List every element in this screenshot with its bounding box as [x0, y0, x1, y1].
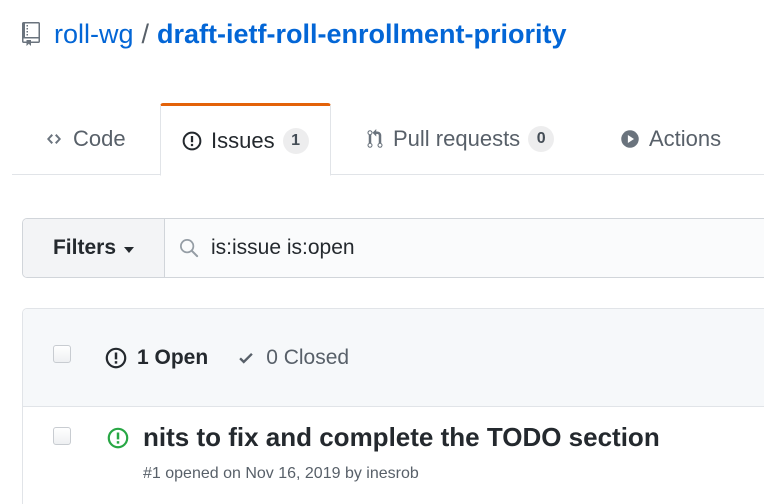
open-issues-link[interactable]: 1 Open	[105, 346, 208, 370]
tab-actions-label: Actions	[649, 126, 722, 151]
filters-button-label: Filters	[52, 236, 117, 259]
tab-issues-label: Issues	[211, 127, 275, 153]
repo-icon	[22, 22, 40, 46]
select-all-checkbox[interactable]	[53, 345, 71, 363]
issues-search-input[interactable]	[211, 236, 711, 260]
filter-bar: Filters	[22, 218, 764, 278]
tab-code[interactable]: Code	[44, 103, 126, 175]
check-icon	[239, 352, 253, 364]
issue-opened-icon	[105, 347, 127, 369]
tab-code-label: Code	[73, 126, 126, 151]
search-icon	[180, 239, 199, 258]
repo-nav-tabs: Code Issues 1 Pull requests 0 Actions	[12, 103, 764, 176]
repo-separator: /	[141, 18, 150, 49]
issue-row: nits to fix and complete the TODO sectio…	[23, 407, 764, 504]
issues-count-badge: 1	[282, 127, 309, 154]
pull-requests-count-badge: 0	[528, 126, 555, 152]
filters-dropdown-button[interactable]: Filters	[23, 219, 165, 277]
git-pull-request-icon	[366, 129, 384, 149]
caret-down-icon	[124, 246, 135, 253]
issue-opened-icon	[107, 427, 129, 449]
repo-header: roll-wg / draft-ietf-roll-enrollment-pri…	[22, 16, 567, 52]
tab-pull-requests[interactable]: Pull requests 0	[366, 103, 555, 175]
issue-meta: #1 opened on Nov 16, 2019 by inesrob	[143, 465, 419, 482]
tab-pull-requests-label: Pull requests	[393, 126, 521, 151]
tab-actions[interactable]: Actions	[620, 103, 721, 175]
issues-list: 1 Open 0 Closed nits to fix and complete…	[22, 308, 764, 504]
closed-issues-label: 0 Closed	[266, 346, 350, 369]
play-icon	[620, 129, 640, 149]
issue-checkbox[interactable]	[53, 427, 71, 445]
issue-opened-icon	[182, 131, 202, 151]
repo-name-link[interactable]: draft-ietf-roll-enrollment-priority	[157, 19, 567, 50]
issues-search	[165, 219, 764, 277]
issues-list-header: 1 Open 0 Closed	[23, 309, 764, 407]
issue-state-toggle: 1 Open 0 Closed	[105, 309, 349, 407]
tab-issues[interactable]: Issues 1	[160, 103, 331, 176]
code-icon	[44, 131, 64, 147]
issue-title-link[interactable]: nits to fix and complete the TODO sectio…	[143, 422, 660, 453]
closed-issues-link[interactable]: 0 Closed	[236, 346, 349, 370]
repo-owner-link[interactable]: roll-wg	[54, 19, 134, 50]
open-issues-label: 1 Open	[137, 346, 209, 369]
